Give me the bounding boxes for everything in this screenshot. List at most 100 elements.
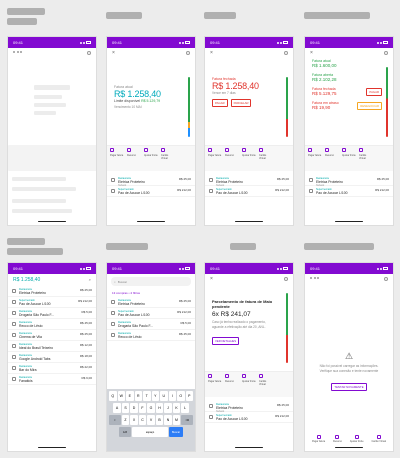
tile-virtual-card[interactable]: Cartão Virtual — [161, 148, 175, 169]
gear-icon[interactable] — [384, 51, 388, 55]
backspace-key[interactable]: ⌫ — [181, 415, 194, 425]
key[interactable]: U — [160, 391, 168, 401]
tile-pay[interactable]: Pagar fatura — [308, 148, 322, 169]
search-key[interactable]: Buscar — [169, 427, 183, 437]
list-item[interactable]: Supermercado Pao de Acucar L/100 R$ 212,00 — [107, 186, 195, 197]
table-row[interactable]: Restaurante Recco de Lêsto R$ 45,00 — [107, 330, 195, 341]
table-row[interactable]: Restaurante Eletrica Proteteiro R$ 25,00 — [107, 297, 195, 308]
shift-key[interactable]: ⇧ — [108, 415, 121, 425]
key[interactable]: W — [117, 391, 125, 401]
key[interactable]: Q — [109, 391, 117, 401]
status-bar: 09:41 — [205, 263, 293, 274]
key[interactable]: C — [138, 415, 147, 425]
status-bar: 09:41 — [8, 37, 96, 48]
table-row[interactable]: Restaurante Ideal do Brasil Teixeiro R$ 12… — [8, 341, 96, 352]
tile-summary[interactable]: Resumo — [127, 148, 141, 169]
table-row[interactable]: Supermercado Pao de Acucar L/100 R$ 212,00 — [8, 297, 96, 308]
gear-icon[interactable] — [284, 277, 288, 281]
nav-summary[interactable]: Resumo — [333, 435, 342, 443]
key[interactable]: Y — [151, 391, 159, 401]
key[interactable]: P — [185, 391, 193, 401]
menu-dots-icon[interactable] — [310, 277, 319, 280]
status-time: 09:41 — [112, 266, 123, 271]
close-icon[interactable]: × — [210, 277, 213, 282]
key[interactable]: H — [155, 403, 164, 413]
nav-pay[interactable]: Pagar fatura — [312, 435, 325, 443]
tile-summary[interactable]: Resumo — [225, 148, 239, 169]
pay-button[interactable]: PAGAR — [366, 88, 382, 96]
key[interactable]: R — [134, 391, 142, 401]
tile-limit[interactable]: Ajustar limite — [342, 148, 356, 169]
gear-icon[interactable] — [87, 51, 91, 55]
menu-dots-icon[interactable] — [13, 51, 22, 54]
table-row[interactable]: Restaurante Drogaria São Paulo F... R$ 5,0… — [107, 319, 195, 330]
list-item[interactable]: Supermercado Pao de Acucar L/100 R$ 212,00 — [305, 186, 393, 197]
renegotiate-button[interactable]: RENEGOCIAR — [357, 102, 382, 110]
key[interactable]: G — [147, 403, 155, 413]
tile-limit[interactable]: Ajustar limite — [242, 148, 256, 169]
tile-virtual-card[interactable]: Cartão Virtual — [259, 374, 273, 395]
key[interactable]: B — [155, 415, 164, 425]
key[interactable]: M — [172, 415, 181, 425]
nav-virtual-card[interactable]: Cartão Virtual — [371, 435, 386, 443]
list-item[interactable]: Restaurante Eletrica Proteteiro Nubank R$ 2… — [107, 175, 195, 187]
tile-limit[interactable]: Ajustar limite — [144, 148, 158, 169]
key[interactable]: S — [121, 403, 130, 413]
tile-virtual-card[interactable]: Cartão Virtual — [359, 148, 373, 169]
key[interactable]: N — [164, 415, 172, 425]
list-item[interactable]: Restaurante Eletrica Proteteiro Nubank R$ 2… — [205, 401, 293, 413]
skeleton-line — [34, 95, 62, 99]
tile-limit[interactable]: Ajustar limite — [242, 374, 256, 395]
tile-pay[interactable]: Pagar fatura — [110, 148, 124, 169]
installment-button[interactable]: PARCELAR — [230, 98, 252, 107]
gear-icon[interactable] — [186, 51, 190, 55]
search-icon[interactable]: ⌕ — [89, 277, 91, 283]
gear-icon[interactable] — [284, 51, 288, 55]
key[interactable]: X — [130, 415, 138, 425]
key[interactable]: A — [113, 403, 121, 413]
key[interactable]: F — [138, 403, 147, 413]
key[interactable]: V — [147, 415, 155, 425]
tile-pay[interactable]: Pagar fatura — [208, 148, 222, 169]
key[interactable]: T — [143, 391, 151, 401]
numbers-key[interactable]: 123 — [119, 427, 131, 437]
key[interactable]: K — [172, 403, 181, 413]
space-key[interactable]: espaço — [132, 427, 168, 437]
gear-icon[interactable] — [384, 277, 388, 281]
close-icon[interactable]: × — [112, 51, 115, 56]
table-row[interactable]: Restaurante Google Android Tabs R$ 18,00 — [8, 352, 96, 363]
table-row[interactable]: Restaurante Fanaticis R$ 9,00 — [8, 374, 96, 385]
key[interactable]: Z — [121, 415, 130, 425]
status-bar: 09:41 — [305, 37, 393, 48]
category-icon — [12, 355, 16, 359]
tile-virtual-card[interactable]: Cartão Virtual — [259, 148, 273, 169]
filter-summary[interactable]: 13 compras • 4 filtros — [107, 289, 195, 297]
list-item[interactable]: Restaurante Eletrica Proteteiro Nubank R$ 2… — [205, 175, 293, 187]
close-icon[interactable]: × — [210, 51, 213, 56]
key[interactable]: O — [177, 391, 185, 401]
table-row[interactable]: Restaurante Cinema de Vila R$ 25,00 — [8, 330, 96, 341]
table-row[interactable]: Restaurante Recco de Lêsto R$ 45,00 — [8, 319, 96, 330]
key[interactable]: D — [130, 403, 138, 413]
details-button[interactable]: VER DETALHES — [212, 337, 240, 345]
key[interactable]: E — [126, 391, 134, 401]
list-item[interactable]: Restaurante Eletrica Proteteiro Nubank R$ 2… — [305, 175, 393, 187]
tile-pay[interactable]: Pagar fatura — [208, 374, 222, 395]
table-row[interactable]: Supermercado Pao de Acucar L/100 R$ 212,00 — [107, 308, 195, 319]
search-input[interactable]: ⌕ Buscar — [111, 277, 191, 286]
close-icon[interactable]: × — [310, 51, 313, 56]
key[interactable]: J — [164, 403, 172, 413]
nav-limit[interactable]: Ajustar limite — [350, 435, 364, 443]
list-item[interactable]: Supermercado Pao de Acucar L/100 R$ 212,00 — [205, 412, 293, 423]
table-row[interactable]: Restaurante Drogaria São Paulo F... R$ 5,0… — [8, 308, 96, 319]
list-item[interactable]: Supermercado Pao de Acucar L/100 R$ 212,00 — [205, 186, 293, 197]
retry-button[interactable]: TENTAR NOVAMENTE — [331, 383, 367, 391]
table-row[interactable]: Restaurante Bar do Mira R$ 22,00 — [8, 363, 96, 374]
pay-button[interactable]: PAGAR — [212, 98, 228, 107]
key[interactable]: L — [181, 403, 189, 413]
tile-summary[interactable]: Resumo — [325, 148, 339, 169]
table-row[interactable]: Restaurante Eletrica Proteteiro R$ 25,00 — [8, 286, 96, 297]
slider-icon — [242, 148, 246, 152]
key[interactable]: I — [168, 391, 176, 401]
tile-summary[interactable]: Resumo — [225, 374, 239, 395]
